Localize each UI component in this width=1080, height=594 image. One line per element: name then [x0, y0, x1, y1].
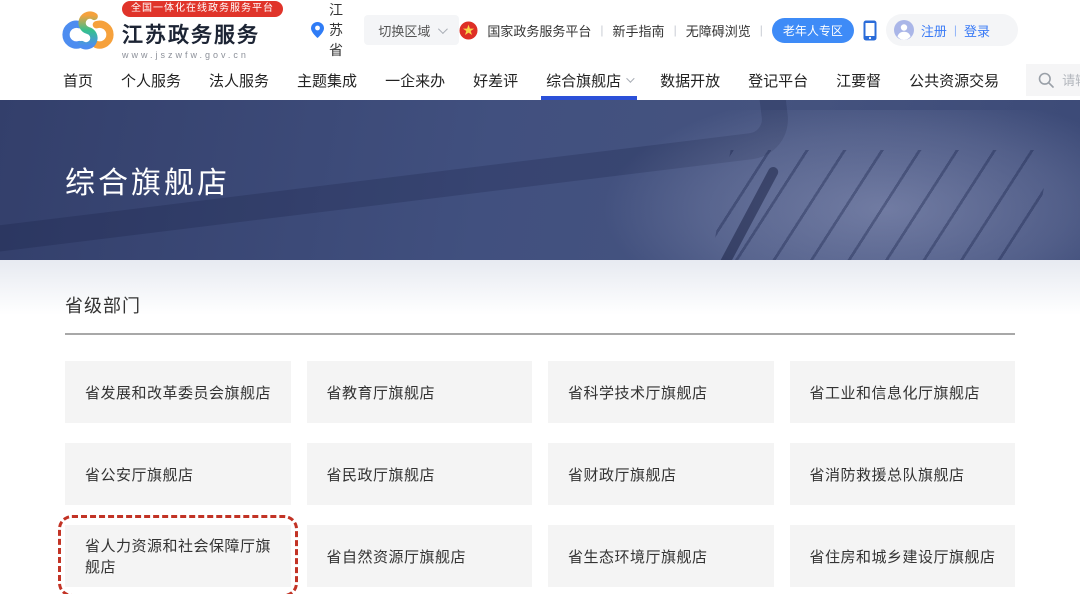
site-url: www.jszwfw.gov.cn — [122, 50, 249, 60]
main-nav: 首页 个人服务 法人服务 主题集成 一企来办 好差评 综合旗舰店 数据开放 登记… — [0, 60, 1080, 100]
link-beginner-guide[interactable]: 新手指南 — [613, 21, 665, 40]
page: 全国一体化在线政务服务平台 江苏政务服务 www.jszwfw.gov.cn 江… — [0, 0, 1080, 594]
department-card[interactable]: 省科学技术厅旗舰店 — [548, 361, 774, 423]
nav-item-flagship-stores[interactable]: 综合旗舰店 — [545, 60, 633, 100]
nav-item-label: 江要督 — [836, 70, 881, 91]
switch-region-label: 切换区域 — [378, 21, 430, 40]
nav-item-jiangyaodu[interactable]: 江要督 — [835, 60, 882, 100]
link-accessibility[interactable]: 无障碍浏览 — [686, 21, 751, 40]
chevron-down-icon — [626, 74, 634, 82]
nav-item-home[interactable]: 首页 — [62, 60, 94, 100]
search-box[interactable] — [1026, 64, 1080, 96]
mobile-phone-icon[interactable] — [863, 20, 877, 41]
register-link[interactable]: 注册 — [921, 21, 947, 40]
link-national-platform[interactable]: 国家政务服务平台 — [487, 21, 591, 40]
site-header: 全国一体化在线政务服务平台 江苏政务服务 www.jszwfw.gov.cn 江… — [0, 0, 1080, 60]
nav-item-label: 首页 — [63, 70, 93, 91]
site-logo-group[interactable]: 全国一体化在线政务服务平台 江苏政务服务 www.jszwfw.gov.cn — [62, 1, 283, 60]
hero-banner: 综合旗舰店 — [0, 100, 1080, 260]
search-input[interactable] — [1062, 73, 1080, 88]
departments-section: 省级部门 省发展和改革委员会旗舰店 省教育厅旗舰店 省科学技术厅旗舰店 省工业和… — [0, 260, 1080, 587]
page-title: 综合旗舰店 — [65, 158, 230, 202]
department-card[interactable]: 省自然资源厅旗舰店 — [307, 525, 533, 587]
site-name: 江苏政务服务 — [122, 19, 260, 49]
elderly-zone-badge[interactable]: 老年人专区 — [772, 18, 854, 43]
department-card[interactable]: 省发展和改革委员会旗舰店 — [65, 361, 291, 423]
separator: | — [760, 23, 763, 37]
separator: | — [674, 23, 677, 37]
location-label: 江苏省 — [329, 0, 346, 60]
national-emblem-icon — [459, 21, 478, 40]
department-card[interactable]: 省公安厅旗舰店 — [65, 443, 291, 505]
nav-item-label: 法人服务 — [209, 70, 269, 91]
department-card[interactable]: 省财政厅旗舰店 — [548, 443, 774, 505]
search-icon — [1038, 72, 1054, 88]
department-card[interactable]: 省工业和信息化厅旗舰店 — [790, 361, 1016, 423]
nav-item-public-resources[interactable]: 公共资源交易 — [908, 60, 1000, 100]
separator: | — [954, 23, 957, 37]
department-card[interactable]: 省民政厅旗舰店 — [307, 443, 533, 505]
nav-item-personal-services[interactable]: 个人服务 — [120, 60, 182, 100]
nav-item-label: 登记平台 — [748, 70, 808, 91]
department-card[interactable]: 省住房和城乡建设厅旗舰店 — [790, 525, 1016, 587]
auth-area: 注册 | 登录 — [886, 14, 1018, 46]
department-grid: 省发展和改革委员会旗舰店 省教育厅旗舰店 省科学技术厅旗舰店 省工业和信息化厅旗… — [65, 361, 1015, 587]
nav-item-label: 综合旗舰店 — [546, 70, 621, 91]
site-logo-icon — [62, 9, 114, 53]
banner-decoration — [709, 150, 1050, 260]
nav-item-label: 数据开放 — [660, 70, 720, 91]
location-pin-icon — [311, 22, 324, 38]
department-card[interactable]: 省生态环境厅旗舰店 — [548, 525, 774, 587]
department-card[interactable]: 省消防救援总队旗舰店 — [790, 443, 1016, 505]
header-links: 国家政务服务平台 | 新手指南 | 无障碍浏览 | 老年人专区 注册 | 登录 — [459, 14, 1018, 46]
nav-item-open-data[interactable]: 数据开放 — [659, 60, 721, 100]
department-card[interactable]: 省教育厅旗舰店 — [307, 361, 533, 423]
nav-item-registration-platform[interactable]: 登记平台 — [747, 60, 809, 100]
chevron-down-icon — [438, 24, 448, 34]
nav-item-label: 个人服务 — [121, 70, 181, 91]
department-card-highlighted[interactable]: 省人力资源和社会保障厅旗舰店 — [65, 525, 291, 587]
nav-item-label: 好差评 — [473, 70, 518, 91]
nav-item-label: 一企来办 — [385, 70, 445, 91]
nav-item-feedback[interactable]: 好差评 — [472, 60, 519, 100]
platform-badge: 全国一体化在线政务服务平台 — [122, 1, 283, 17]
switch-region-button[interactable]: 切换区域 — [364, 15, 459, 45]
site-title-block: 全国一体化在线政务服务平台 江苏政务服务 www.jszwfw.gov.cn — [122, 1, 283, 60]
nav-item-label: 主题集成 — [297, 70, 357, 91]
section-divider — [65, 333, 1015, 335]
nav-item-label: 公共资源交易 — [909, 70, 999, 91]
nav-item-theme-integration[interactable]: 主题集成 — [296, 60, 358, 100]
user-avatar-icon — [894, 20, 914, 40]
separator: | — [600, 23, 603, 37]
login-link[interactable]: 登录 — [964, 21, 990, 40]
nav-item-legal-services[interactable]: 法人服务 — [208, 60, 270, 100]
location-indicator[interactable]: 江苏省 — [311, 0, 346, 60]
section-title: 省级部门 — [65, 292, 1015, 318]
nav-item-enterprise[interactable]: 一企来办 — [384, 60, 446, 100]
